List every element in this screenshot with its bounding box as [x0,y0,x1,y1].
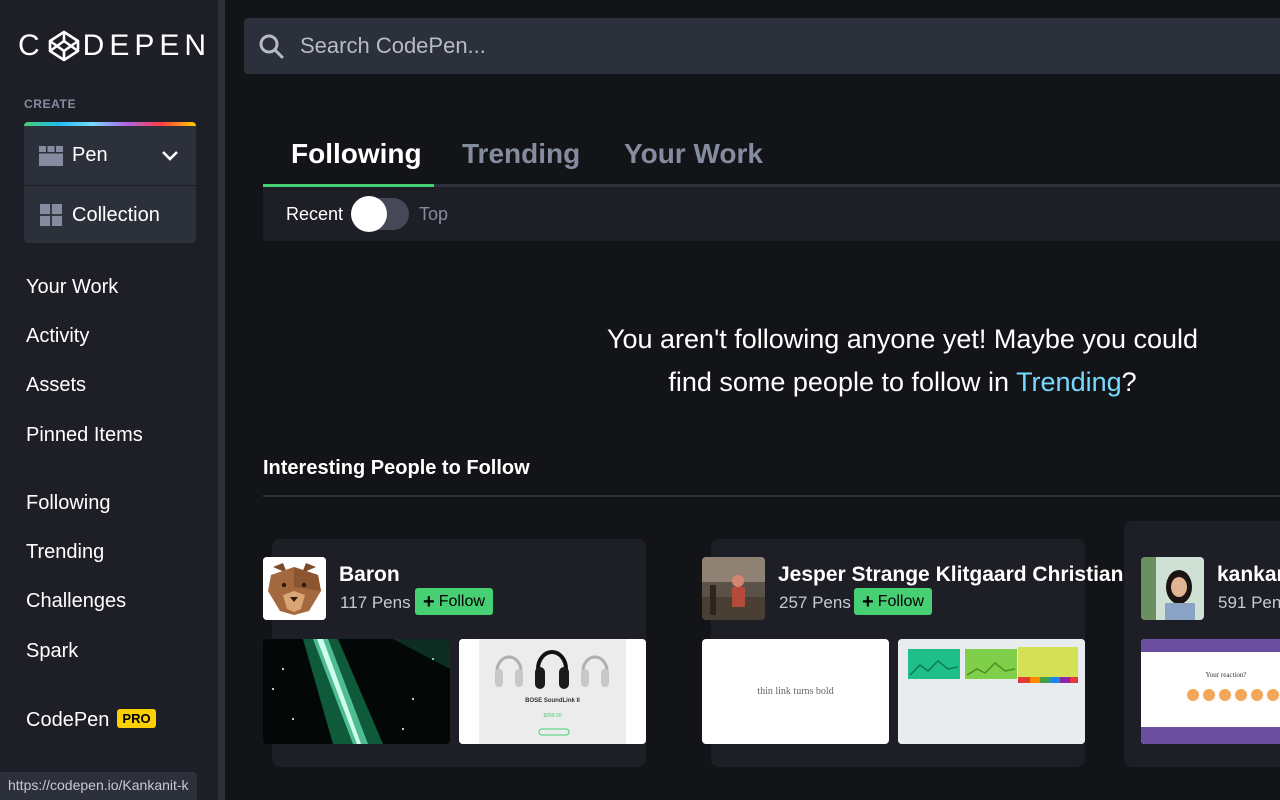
avatar[interactable] [263,557,326,620]
sort-top-label[interactable]: Top [419,204,448,225]
codepen-logo[interactable]: C DEPEN [18,28,211,64]
bear-avatar-icon [263,557,326,620]
collection-grid-icon [40,204,62,226]
pens-count: 257 Pens [779,593,851,612]
toggle-knob [351,196,388,232]
empty-line-2-suffix: ? [1121,367,1137,397]
dashboard-widgets-preview [898,639,1085,744]
empty-line-2-prefix: find some people to follow in [668,367,1017,397]
create-label: CREATE [24,97,77,111]
avatar[interactable] [1141,557,1204,620]
pro-badge: PRO [117,709,156,728]
codepen-pro-label: CodePen [26,709,110,731]
plus-icon: + [423,590,435,613]
sidebar: C DEPEN CREATE Pen Collection Your Work … [0,0,218,800]
search-input[interactable] [300,33,1000,59]
sidebar-item-assets[interactable]: Assets [26,374,86,397]
sidebar-resize-handle[interactable] [218,0,225,800]
sort-toggle[interactable] [351,196,410,232]
create-collection-label: Collection [72,203,160,226]
plus-icon: + [862,590,874,613]
follow-button[interactable]: + Follow [415,588,493,615]
status-bar-url: https://codepen.io/Kankanit-k [0,772,197,800]
follow-button[interactable]: + Follow [854,588,932,615]
pen-thumbnail[interactable]: Your reaction? [1141,639,1280,744]
codepen-cube-icon [48,30,79,62]
section-title: Interesting People to Follow [263,457,530,479]
person-name[interactable]: Baron [339,563,400,587]
pen-thumbnail[interactable]: thin link turns bold [702,639,889,744]
bose-title: BOSE SoundLink II [525,698,580,704]
person-name[interactable]: kankanit [1217,563,1280,587]
pen-thumbnail[interactable] [263,639,450,744]
create-pen-label: Pen [72,144,108,166]
empty-following-message: You aren't following anyone yet! Maybe y… [560,318,1245,404]
create-menu: Pen Collection [24,122,196,243]
sidebar-item-pinned-items[interactable]: Pinned Items [26,424,143,447]
chevron-down-icon[interactable] [161,150,179,162]
create-collection-button[interactable]: Collection [24,186,196,243]
reaction-emoji-preview [1141,639,1280,744]
empty-line-1: You aren't following anyone yet! Maybe y… [606,324,1199,354]
pen-thumbnail[interactable]: BOSE SoundLink II $299.00 [459,639,646,744]
sidebar-item-codepen-pro[interactable]: CodePen PRO [26,709,156,732]
logo-text-right: DEPEN [82,29,212,62]
person-name[interactable]: Jesper Strange Klitgaard Christiansen [778,563,1126,587]
thin-link-text: thin link turns bold [757,686,834,697]
sort-bar: Recent Top [263,187,1280,241]
search-bar [244,18,1280,74]
follow-label: Follow [438,592,485,610]
tab-following[interactable]: Following [291,138,422,170]
pen-thumbnail[interactable] [898,639,1085,744]
person-photo-avatar [1141,557,1204,620]
pens-count: 591 Pens [1218,593,1280,612]
space-beam-preview [263,639,450,744]
section-divider [263,495,1280,497]
sort-recent-label[interactable]: Recent [286,204,343,225]
reaction-text: Your reaction? [1205,671,1247,679]
headphones-preview [459,639,646,744]
sidebar-item-spark[interactable]: Spark [26,640,78,663]
pen-grid-icon [39,145,63,166]
tab-trending[interactable]: Trending [462,138,580,170]
sidebar-item-trending[interactable]: Trending [26,541,104,564]
bose-price: $299.00 [543,713,562,719]
sidebar-item-challenges[interactable]: Challenges [26,590,126,613]
create-pen-button[interactable]: Pen [24,126,196,186]
sidebar-item-your-work[interactable]: Your Work [26,276,118,299]
pens-count: 117 Pens [340,593,411,612]
tab-your-work[interactable]: Your Work [624,138,763,170]
search-icon [259,34,284,59]
sidebar-item-activity[interactable]: Activity [26,325,89,348]
sidebar-item-following[interactable]: Following [26,492,110,515]
trending-link[interactable]: Trending [1016,367,1122,397]
logo-text-left: C [18,29,45,62]
follow-label: Follow [877,592,924,610]
person-photo-avatar [702,557,765,620]
avatar[interactable] [702,557,765,620]
